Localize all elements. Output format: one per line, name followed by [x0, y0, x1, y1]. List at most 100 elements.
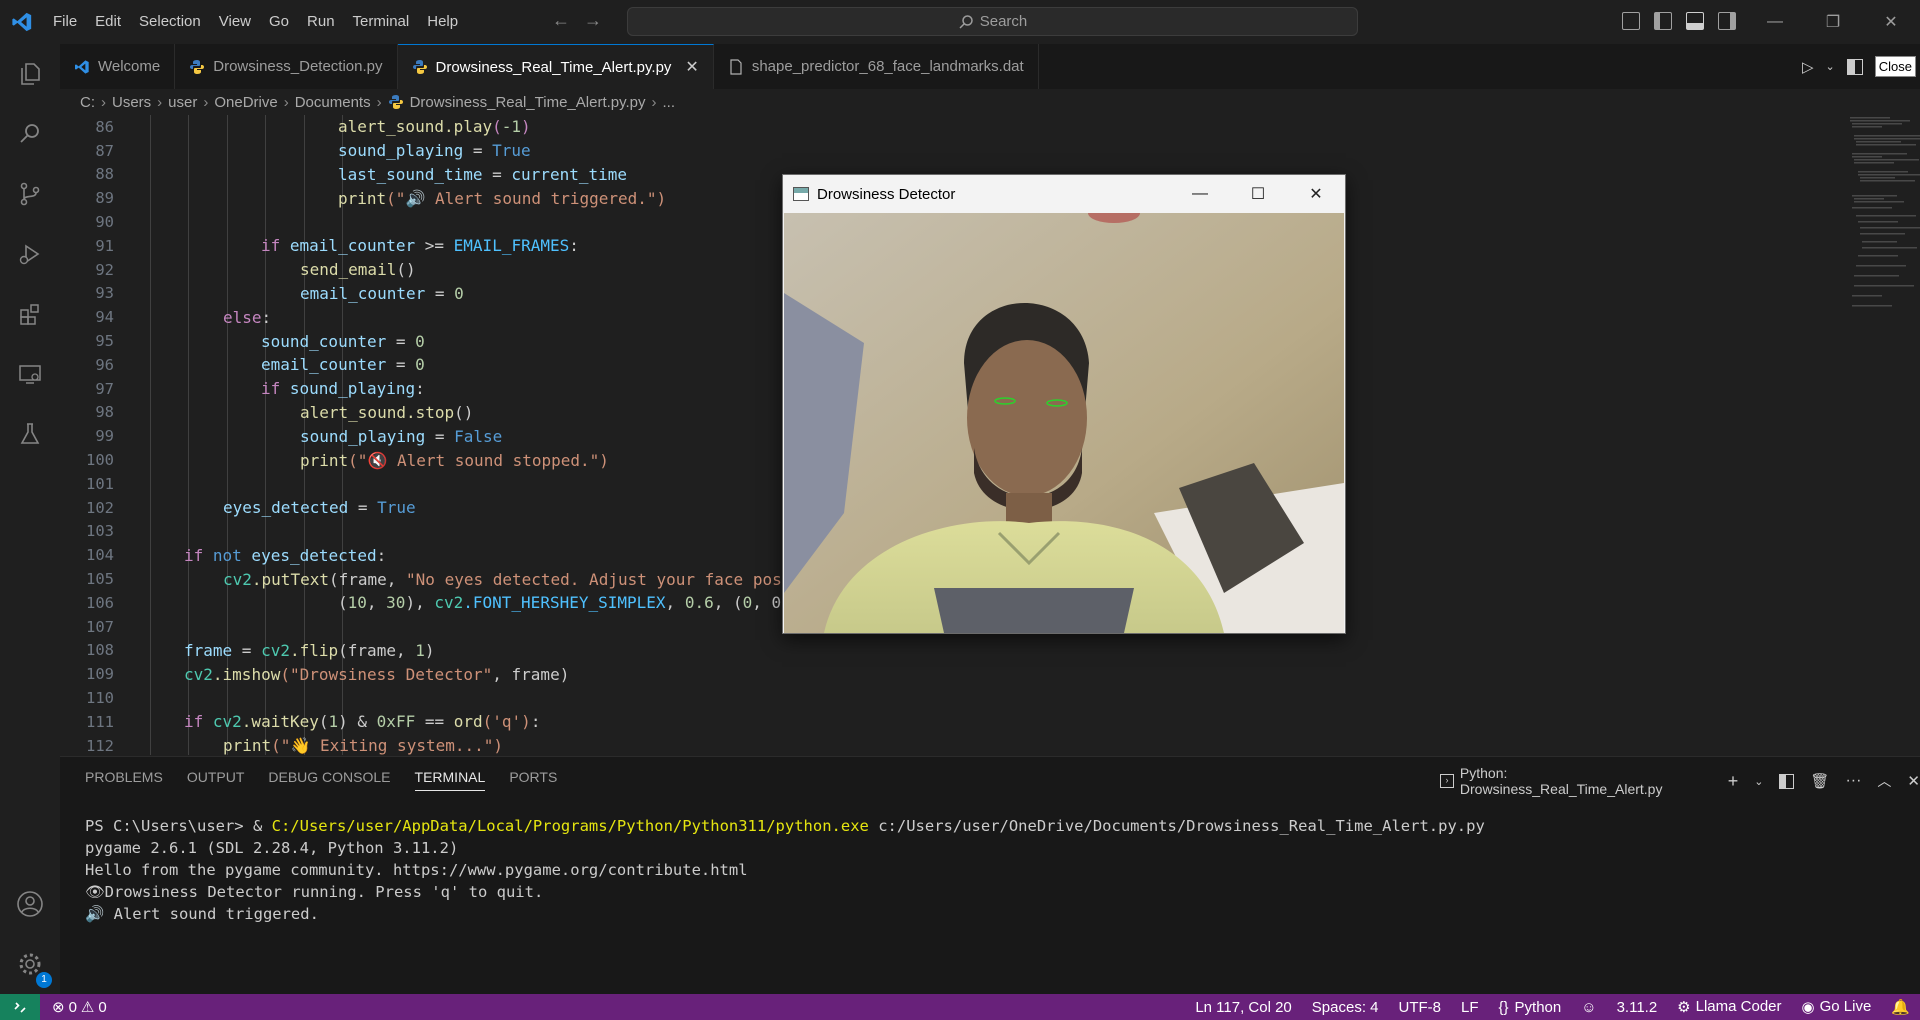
source-control-icon[interactable]: [0, 164, 60, 224]
code-token: current_time: [511, 164, 627, 184]
terminal-line: pygame 2.6.1 (SDL 2.28.4, Python 3.11.2): [85, 839, 459, 857]
terminal-instance[interactable]: › Python: Drowsiness_Real_Time_Alert.py: [1440, 765, 1712, 797]
tab-drowsiness-real-time-alert[interactable]: Drowsiness_Real_Time_Alert.py.py ✕: [397, 44, 714, 89]
forward-arrow-icon[interactable]: →: [584, 10, 602, 31]
menu-view[interactable]: View: [210, 0, 260, 44]
window-controls: — ❐ ✕: [1746, 0, 1920, 44]
menu-edit[interactable]: Edit: [86, 0, 130, 44]
code-token: =: [348, 498, 378, 518]
tab-shape-predictor[interactable]: shape_predictor_68_face_landmarks.dat: [713, 44, 1039, 89]
problems-status[interactable]: ⊗ 0 ⚠ 0: [52, 998, 107, 1017]
menu-file[interactable]: File: [44, 0, 86, 44]
extensions-icon[interactable]: [0, 284, 60, 344]
copilot-icon[interactable]: ☺: [1581, 999, 1596, 1016]
toggle-secondary-sidebar-icon[interactable]: [1718, 12, 1736, 30]
terminal-line: 🔊 Alert sound triggered.: [85, 905, 319, 923]
maximize-panel-icon[interactable]: ︿: [1877, 771, 1891, 791]
search-icon: [959, 14, 973, 29]
testing-icon[interactable]: [0, 404, 60, 464]
explorer-icon[interactable]: [0, 44, 60, 104]
split-editor-icon[interactable]: [1846, 58, 1863, 75]
accounts-icon[interactable]: [0, 874, 60, 934]
code-token: ,: [665, 593, 685, 613]
remote-explorer-icon[interactable]: [0, 344, 60, 404]
go-live[interactable]: ◉ Go Live: [1802, 998, 1872, 1016]
maximize-icon[interactable]: ☐: [1229, 175, 1287, 213]
tab-problems[interactable]: PROBLEMS: [85, 769, 163, 791]
menu-help[interactable]: Help: [418, 0, 467, 44]
chevron-right-icon: ›: [283, 93, 289, 111]
crumb-onedrive[interactable]: OneDrive: [214, 94, 277, 111]
code-token: =: [386, 355, 416, 375]
language-mode[interactable]: {} Python: [1499, 999, 1562, 1016]
close-panel-icon[interactable]: ✕: [1907, 772, 1920, 790]
code-token: .waitKey: [241, 712, 319, 732]
minimap[interactable]: [1846, 115, 1920, 355]
menu-terminal[interactable]: Terminal: [344, 0, 419, 44]
run-python-file-icon[interactable]: ▷: [1802, 58, 1814, 76]
search-view-icon[interactable]: [0, 104, 60, 164]
llama-coder[interactable]: ⚙ Llama Coder: [1677, 998, 1781, 1016]
more-actions-icon[interactable]: ···: [1845, 772, 1861, 790]
crumb-drive[interactable]: C:: [80, 94, 95, 111]
tab-drowsiness-detection[interactable]: Drowsiness_Detection.py: [175, 44, 398, 89]
split-terminal-icon[interactable]: [1779, 773, 1795, 789]
chevron-down-icon[interactable]: ⌄: [1754, 775, 1763, 788]
python-icon: [388, 95, 403, 109]
drowsiness-detector-window[interactable]: Drowsiness Detector — ☐ ✕: [782, 174, 1346, 634]
manage-gear-icon[interactable]: 1: [0, 934, 60, 994]
minimize-icon[interactable]: —: [1746, 0, 1804, 44]
crumb-user[interactable]: user: [168, 94, 197, 111]
cursor-position[interactable]: Ln 117, Col 20: [1195, 999, 1291, 1016]
vscode-logo-icon: [0, 0, 44, 44]
code-token: last_sound_time: [338, 164, 483, 184]
code-token: 0: [454, 283, 464, 303]
menu-selection[interactable]: Selection: [130, 0, 210, 44]
tab-terminal[interactable]: TERMINAL: [414, 769, 486, 791]
panel-actions: › Python: Drowsiness_Real_Time_Alert.py …: [1440, 765, 1920, 797]
llama-label: Llama Coder: [1695, 998, 1782, 1015]
chevron-right-icon: ›: [157, 93, 163, 111]
code-token: ,: [366, 593, 387, 613]
command-center-search[interactable]: Search: [627, 7, 1358, 36]
crumb-symbol[interactable]: ...: [663, 94, 676, 111]
menu-run[interactable]: Run: [298, 0, 344, 44]
code-token: 30: [386, 593, 406, 613]
toggle-panel-icon[interactable]: [1686, 12, 1704, 30]
chevron-right-icon: ›: [203, 93, 209, 111]
restore-icon[interactable]: ❐: [1804, 0, 1862, 44]
crumb-file[interactable]: Drowsiness_Real_Time_Alert.py.py: [410, 94, 646, 111]
tab-welcome[interactable]: Welcome: [60, 44, 176, 89]
trash-icon[interactable]: 🗑: [1810, 772, 1829, 790]
tab-output[interactable]: OUTPUT: [187, 769, 245, 791]
end-of-line[interactable]: LF: [1461, 999, 1479, 1016]
new-terminal-icon[interactable]: +: [1728, 771, 1739, 792]
back-arrow-icon[interactable]: ←: [552, 10, 570, 31]
python-version[interactable]: 3.11.2: [1617, 999, 1658, 1016]
close-window-icon[interactable]: ✕: [1862, 0, 1920, 44]
crumb-users[interactable]: Users: [112, 94, 151, 111]
tab-close-icon[interactable]: ✕: [685, 57, 698, 77]
encoding[interactable]: UTF-8: [1399, 999, 1442, 1016]
crumb-documents[interactable]: Documents: [295, 94, 371, 111]
line-number: 97: [95, 379, 114, 398]
customize-layout-icon[interactable]: [1622, 12, 1640, 30]
indentation[interactable]: Spaces: 4: [1312, 999, 1379, 1016]
tab-ports[interactable]: PORTS: [509, 769, 557, 791]
status-bar: ⊗ 0 ⚠ 0 Ln 117, Col 20 Spaces: 4 UTF-8 LF …: [0, 994, 1920, 1020]
toggle-primary-sidebar-icon[interactable]: [1654, 12, 1672, 30]
remote-indicator-icon[interactable]: [0, 994, 40, 1020]
bell-icon[interactable]: 🔔: [1891, 998, 1910, 1016]
chevron-down-icon[interactable]: ⌄: [1826, 60, 1835, 73]
terminal-output[interactable]: PS C:\Users\user> & C:/Users/user/AppDat…: [85, 817, 1485, 927]
menu-go[interactable]: Go: [260, 0, 298, 44]
close-window-icon[interactable]: ✕: [1287, 175, 1345, 213]
terminal-exe: C:/Users/user/AppData/Local/Programs/Pyt…: [271, 817, 869, 835]
line-number: 96: [95, 355, 114, 374]
code-token: else: [223, 307, 262, 327]
minimize-icon[interactable]: —: [1171, 175, 1229, 213]
run-debug-icon[interactable]: [0, 224, 60, 284]
code-token: .putText: [251, 569, 329, 589]
terminal-prompt: PS C:\Users\user> &: [85, 817, 272, 835]
tab-debug-console[interactable]: DEBUG CONSOLE: [268, 769, 390, 791]
